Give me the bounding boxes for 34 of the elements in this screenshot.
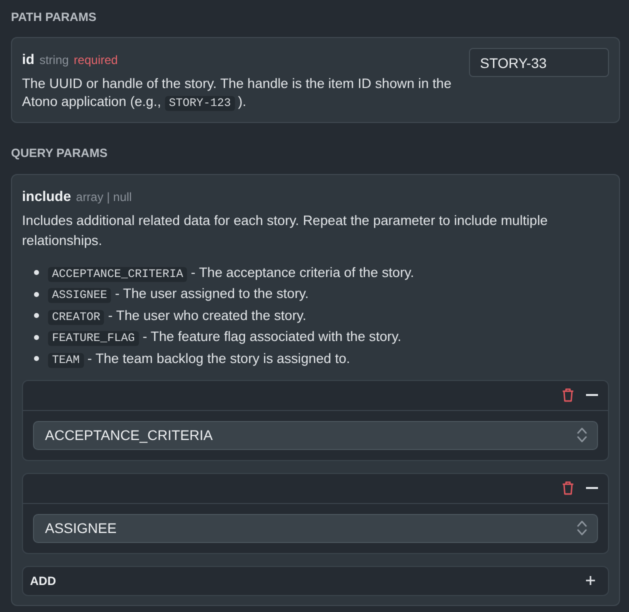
code-snippet: STORY-123 xyxy=(164,96,235,111)
trash-icon[interactable] xyxy=(562,388,574,402)
param-description: Includes additional related data for each story. Repeat the parameter to include multiple relationships. xyxy=(22,212,549,250)
option-description: ACCEPTANCE_CRITERIA - The acceptance criteria of the story. xyxy=(48,264,414,281)
option-description: TEAM - The team backlog the story is assigned to. xyxy=(48,350,350,367)
param-name: include xyxy=(22,187,72,206)
code-snippet: TEAM xyxy=(48,352,84,368)
code-snippet: ACCEPTANCE_CRITERIA xyxy=(48,266,188,282)
option-description: CREATOR - The user who created the story. xyxy=(48,308,306,324)
code-snippet: ASSIGNEE xyxy=(48,288,112,304)
section-title: PATH PARAMS xyxy=(11,9,98,25)
bullet-icon xyxy=(34,270,39,276)
param-name: id xyxy=(22,50,34,69)
param-type: array | null xyxy=(76,189,132,206)
select-field[interactable]: ACCEPTANCE_CRITERIA xyxy=(33,420,598,450)
code-snippet: FEATURE_FLAG xyxy=(48,331,139,346)
option-description: FEATURE_FLAG - The feature flag associated with the story. xyxy=(48,329,402,346)
option-description: ASSIGNEE - The user assigned to the story. xyxy=(48,286,309,302)
plus-icon xyxy=(586,576,595,585)
bullet-icon xyxy=(34,292,39,297)
param-type: string xyxy=(39,52,69,69)
add-button[interactable]: ADD xyxy=(22,566,609,596)
text-field[interactable]: STORY-33 xyxy=(469,48,609,77)
bullet-icon xyxy=(34,356,39,362)
code-snippet: CREATOR xyxy=(48,310,104,325)
bullet-icon xyxy=(34,334,39,340)
bullet-icon xyxy=(34,313,39,318)
required-label: required xyxy=(74,52,118,69)
param-description: The UUID or handle of the story. The handle is the item ID shown in the Atono application (e.g., STORY-123 ). xyxy=(22,75,452,113)
trash-icon[interactable] xyxy=(562,481,574,495)
chevron-up-down-icon xyxy=(577,427,587,443)
chevron-up-down-icon xyxy=(577,520,587,536)
select-field[interactable]: ASSIGNEE xyxy=(33,514,598,542)
section-title: QUERY PARAMS xyxy=(11,145,108,161)
